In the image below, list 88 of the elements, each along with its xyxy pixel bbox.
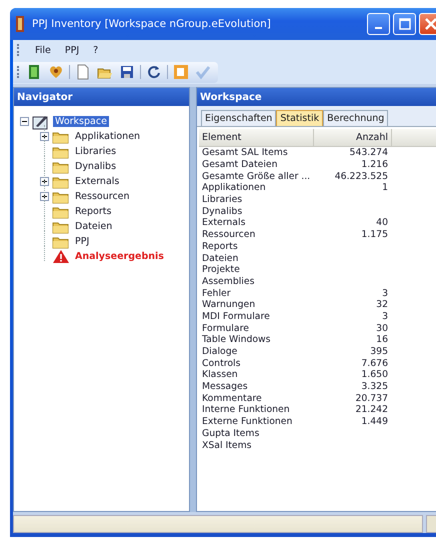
table-cell-text: Fehler	[201, 288, 232, 299]
menu-item[interactable]: File	[35, 44, 51, 56]
table-cell-text: Table Windows	[201, 334, 272, 346]
table-cell-text: Kommentare	[201, 392, 263, 404]
table-cell: 1.175	[361, 229, 388, 240]
tree-item[interactable]: Ressourcen	[73, 191, 132, 202]
minimize-icon	[375, 27, 382, 29]
table-cell: 16	[376, 334, 388, 346]
column-header[interactable]: Element	[199, 129, 314, 146]
table-cell-text: Externe Funktionen	[201, 416, 294, 428]
folder-icon	[52, 204, 70, 218]
app-icon	[16, 16, 24, 32]
table-cell: 1	[382, 182, 388, 194]
table-cell: 32	[376, 299, 388, 310]
tree-item[interactable]: Workspace	[53, 116, 109, 127]
table-cell: 21.242	[355, 404, 388, 416]
tree-item[interactable]: Analyseergebnis	[73, 251, 166, 262]
table-cell-text: Assemblies	[201, 276, 256, 287]
menu-item[interactable]: PPJ	[64, 44, 80, 56]
table-cell: 20.737	[355, 392, 388, 404]
tab[interactable]: Berechnung	[323, 110, 388, 126]
table-cell-text: Messages	[201, 381, 249, 392]
maximize-button[interactable]	[393, 13, 416, 35]
table-cell-text: Reports	[201, 240, 239, 252]
tab[interactable]: Statistik	[276, 110, 324, 126]
table-cell-text: Libraries	[201, 194, 244, 206]
table-cell: 543.274	[350, 147, 388, 158]
folder-icon	[52, 160, 70, 174]
table-cell: 40	[376, 217, 388, 228]
tree-item[interactable]: PPJ	[73, 236, 92, 247]
table-cell-text: Controls	[201, 358, 242, 369]
table-cell: 1.449	[361, 416, 388, 428]
folder-icon	[52, 174, 70, 188]
tree-item[interactable]: Dynalibs	[73, 161, 118, 172]
panel-header: Navigator	[14, 88, 189, 106]
table-cell: 30	[376, 322, 388, 334]
folder-icon	[52, 234, 70, 248]
pencil-board-icon	[32, 114, 50, 130]
tree-item[interactable]: Applikationen	[73, 131, 142, 142]
expand-icon[interactable]	[40, 192, 49, 201]
folder-icon	[52, 220, 70, 234]
table-cell-text: Projekte	[201, 264, 241, 276]
table-cell: 46.223.525	[334, 170, 388, 182]
folder-icon	[52, 130, 70, 144]
table-cell-text: Ressourcen	[201, 229, 256, 240]
folder-icon	[52, 144, 70, 158]
table-cell-text: Formulare	[201, 322, 250, 334]
table-cell-text: Gesamt Dateien	[201, 159, 279, 170]
table-cell-text: Dateien	[201, 252, 240, 264]
table-cell: 1.650	[361, 369, 388, 380]
table-cell: 395	[370, 346, 388, 358]
tree-item[interactable]: Externals	[73, 176, 122, 187]
table-cell-text: Externals	[201, 217, 246, 228]
close-icon	[424, 17, 436, 31]
table-cell-text: XSal Items	[201, 440, 253, 451]
expand-icon[interactable]	[40, 132, 49, 141]
table-cell-text: Dialoge	[201, 346, 238, 358]
window-title: PPJ Inventory [Workspace nGroup.eEvolution]	[32, 18, 271, 30]
table-cell-text: Interne Funktionen	[201, 404, 291, 416]
table-cell: 3.325	[361, 381, 388, 392]
table-cell-text: Warnungen	[201, 299, 256, 310]
refresh-button[interactable]	[145, 63, 163, 81]
tree-item[interactable]: Reports	[73, 206, 114, 217]
table-cell: 3	[382, 288, 388, 299]
tree-item[interactable]: Dateien	[73, 221, 114, 232]
panel-header: Workspace	[197, 88, 436, 106]
table-cell: 1.216	[361, 159, 388, 170]
close-button[interactable]	[419, 13, 436, 35]
tree-item[interactable]: Libraries	[73, 146, 118, 157]
save-button[interactable]	[118, 63, 136, 81]
table-cell-text: Gupta Items	[201, 428, 260, 439]
minimize-button[interactable]	[367, 13, 390, 35]
table-cell-text: Gesamt SAL Items	[201, 147, 289, 158]
table-cell-text: Gesamte Größe aller ...	[201, 170, 312, 182]
collapse-icon[interactable]	[20, 117, 29, 126]
folder-icon	[52, 190, 70, 204]
table-cell-text: Applikationen	[201, 182, 267, 194]
expand-icon[interactable]	[40, 177, 49, 186]
table-cell-text: Klassen	[201, 369, 239, 380]
tab[interactable]: Eigenschaften	[201, 110, 276, 126]
table-cell: 3	[382, 310, 388, 322]
menu-item[interactable]: ?	[93, 44, 98, 56]
warning-icon	[52, 249, 70, 264]
column-header[interactable]: Anzahl	[314, 129, 392, 146]
table-cell-text: MDI Formulare	[201, 310, 271, 322]
table-cell-text: Dynalibs	[201, 206, 244, 217]
maximize-icon	[398, 18, 410, 30]
table-cell: 7.676	[361, 358, 388, 369]
